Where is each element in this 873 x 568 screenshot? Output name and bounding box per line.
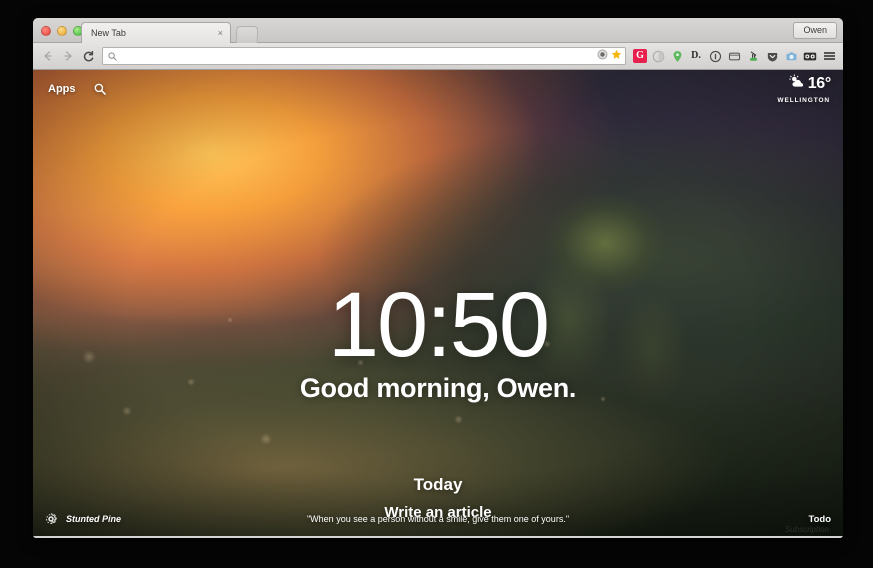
greeting-text: Good morning, Owen. (299, 373, 577, 404)
dashlane-label: D. (691, 50, 701, 61)
close-icon[interactable]: × (218, 28, 223, 38)
weather-row: 16° (788, 74, 832, 94)
lastpass-vault-icon[interactable] (802, 48, 818, 64)
browser-tab[interactable]: New Tab × (81, 22, 231, 43)
sun-behind-cloud-icon (788, 74, 805, 94)
address-bar[interactable] (102, 47, 626, 65)
search-icon (108, 51, 117, 61)
new-tab-page: Apps 16° WELLINGTON 10:50 Good morning, … (33, 70, 843, 536)
clock-time: 10:50 (327, 274, 550, 376)
tab-strip: New Tab × Owen (33, 18, 843, 43)
tab-title: New Tab (91, 28, 126, 38)
window-traffic-lights (41, 26, 83, 36)
page-action-icon[interactable] (597, 47, 608, 65)
back-button[interactable] (38, 46, 58, 66)
grammarly-label: G (636, 50, 644, 61)
pocket-shield-icon[interactable] (764, 48, 780, 64)
profile-button[interactable]: Owen (793, 22, 837, 39)
extensions-bar: G D. (631, 48, 818, 64)
chrome-menu-button[interactable] (820, 46, 838, 66)
forward-button[interactable] (58, 46, 78, 66)
apps-link[interactable]: Apps (48, 83, 76, 95)
browser-toolbar: G D. (33, 43, 843, 70)
gear-icon[interactable] (45, 513, 57, 525)
todo-link[interactable]: Todo (808, 514, 831, 525)
weather-temperature: 16° (807, 75, 832, 92)
grammarly-icon[interactable]: G (633, 49, 647, 63)
address-input[interactable] (121, 51, 597, 61)
camera-capture-icon[interactable] (783, 48, 799, 64)
newtab-bottom-bar: Stunted Pine "When you see a person with… (33, 502, 843, 536)
search-icon[interactable] (94, 83, 106, 95)
clock-block: 10:50 Good morning, Owen. (33, 274, 843, 404)
window-panel-icon[interactable] (726, 48, 742, 64)
browser-window: New Tab × Owen G D. Apps 16° WELLINGTON … (33, 18, 843, 538)
desktop-background: New Tab × Owen G D. Apps 16° WELLINGTON … (0, 0, 873, 568)
new-tab-button[interactable] (235, 26, 259, 43)
omnibox-actions (597, 47, 622, 65)
minimize-window-button[interactable] (57, 26, 67, 36)
star-icon[interactable] (611, 47, 622, 65)
close-window-button[interactable] (41, 26, 51, 36)
dashlane-icon[interactable]: D. (688, 48, 704, 64)
photo-credit: Stunted Pine (45, 513, 121, 525)
profile-name-label: Owen (803, 25, 827, 35)
newtab-top-bar: Apps 16° WELLINGTON (33, 70, 843, 108)
weather-widget[interactable]: 16° WELLINGTON (777, 74, 831, 104)
location-pin-icon[interactable] (669, 48, 685, 64)
today-heading: Today (413, 475, 463, 494)
contrast-toggle-icon[interactable] (650, 48, 666, 64)
plug-socket-icon[interactable] (745, 48, 761, 64)
info-circle-icon[interactable] (707, 48, 723, 64)
quote-text: "When you see a person without a smile, … (306, 514, 570, 524)
photo-title[interactable]: Stunted Pine (66, 514, 121, 524)
reload-button[interactable] (78, 46, 98, 66)
weather-city: WELLINGTON (777, 97, 830, 104)
